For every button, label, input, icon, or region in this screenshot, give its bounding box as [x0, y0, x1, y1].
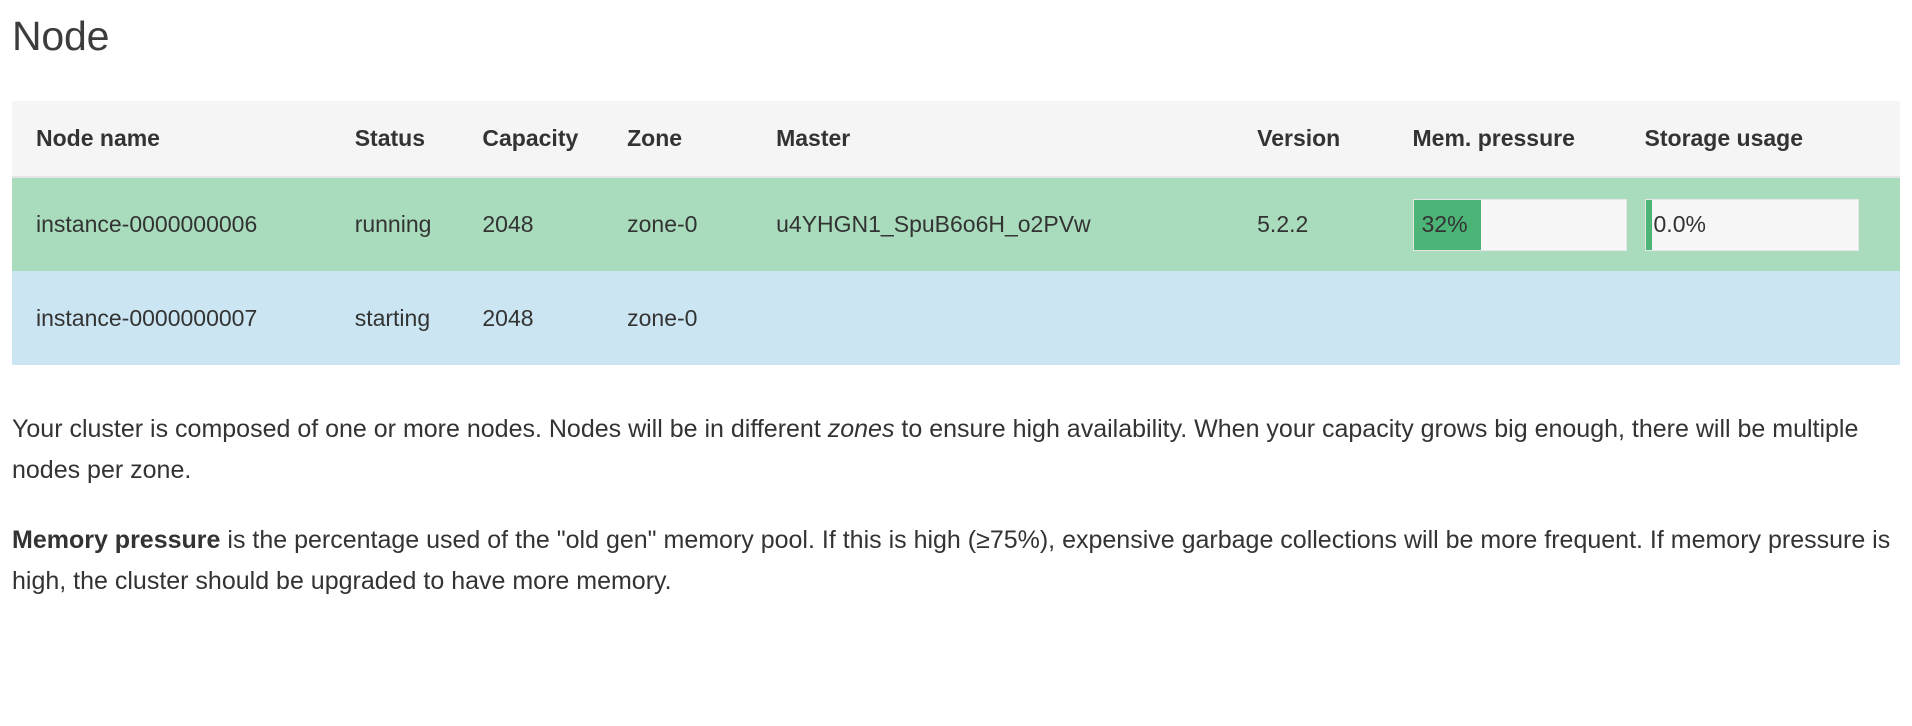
column-header-master[interactable]: Master	[776, 101, 1258, 179]
cell-storage-usage: 0.0%	[1644, 177, 1900, 272]
node-table-body: instance-0000000006 running 2048 zone-0 …	[12, 177, 1900, 366]
column-header-storage-usage[interactable]: Storage usage	[1644, 101, 1900, 179]
cell-mem-pressure: 32%	[1412, 177, 1645, 272]
paragraph-memory-pressure: Memory pressure is the percentage used o…	[12, 520, 1892, 601]
node-table: Node name Status Capacity Zone Master Ve…	[12, 101, 1900, 366]
column-header-zone[interactable]: Zone	[627, 101, 777, 179]
node-table-container: Node name Status Capacity Zone Master Ve…	[12, 101, 1900, 366]
table-header-row: Node name Status Capacity Zone Master Ve…	[12, 101, 1900, 179]
column-header-mem-pressure[interactable]: Mem. pressure	[1412, 101, 1645, 179]
storage-usage-bar: 0.0%	[1644, 198, 1859, 251]
p1-emphasis-zones: zones	[827, 415, 895, 444]
cell-zone: zone-0	[627, 177, 777, 272]
p2-bold-memory-pressure: Memory pressure	[12, 526, 221, 555]
description-section: Your cluster is composed of one or more …	[12, 409, 1892, 601]
table-row[interactable]: instance-0000000007 starting 2048 zone-0	[12, 271, 1900, 366]
cell-node-name: instance-0000000007	[12, 271, 355, 366]
cell-mem-pressure	[1412, 271, 1645, 366]
node-table-header: Node name Status Capacity Zone Master Ve…	[12, 101, 1900, 179]
cell-storage-usage	[1644, 271, 1900, 366]
column-header-version[interactable]: Version	[1257, 101, 1413, 179]
cell-capacity: 2048	[482, 177, 628, 272]
cell-status: running	[354, 177, 483, 272]
mem-pressure-bar: 32%	[1412, 198, 1627, 251]
table-row[interactable]: instance-0000000006 running 2048 zone-0 …	[12, 177, 1900, 272]
cell-zone: zone-0	[627, 271, 777, 366]
cell-master: u4YHGN1_SpuB6o6H_o2PVw	[776, 177, 1258, 272]
cell-version: 5.2.2	[1257, 177, 1413, 272]
cell-master	[776, 271, 1258, 366]
cell-status: starting	[354, 271, 483, 366]
storage-usage-bar-fill	[1645, 199, 1652, 250]
p1-text-part-1: Your cluster is composed of one or more …	[12, 415, 828, 444]
paragraph-nodes-zones: Your cluster is composed of one or more …	[12, 409, 1892, 490]
column-header-status[interactable]: Status	[354, 101, 483, 179]
cell-node-name: instance-0000000006	[12, 177, 355, 272]
p2-text-rest: is the percentage used of the "old gen" …	[12, 526, 1891, 595]
mem-pressure-value: 32%	[1421, 211, 1468, 238]
cell-capacity: 2048	[482, 271, 628, 366]
storage-usage-value: 0.0%	[1653, 211, 1706, 238]
node-page: Node Node name Status Capacity Zone Mast…	[0, 0, 1912, 601]
page-title: Node	[12, 13, 110, 59]
column-header-capacity[interactable]: Capacity	[482, 101, 628, 179]
column-header-node-name[interactable]: Node name	[12, 101, 355, 179]
cell-version	[1257, 271, 1413, 366]
